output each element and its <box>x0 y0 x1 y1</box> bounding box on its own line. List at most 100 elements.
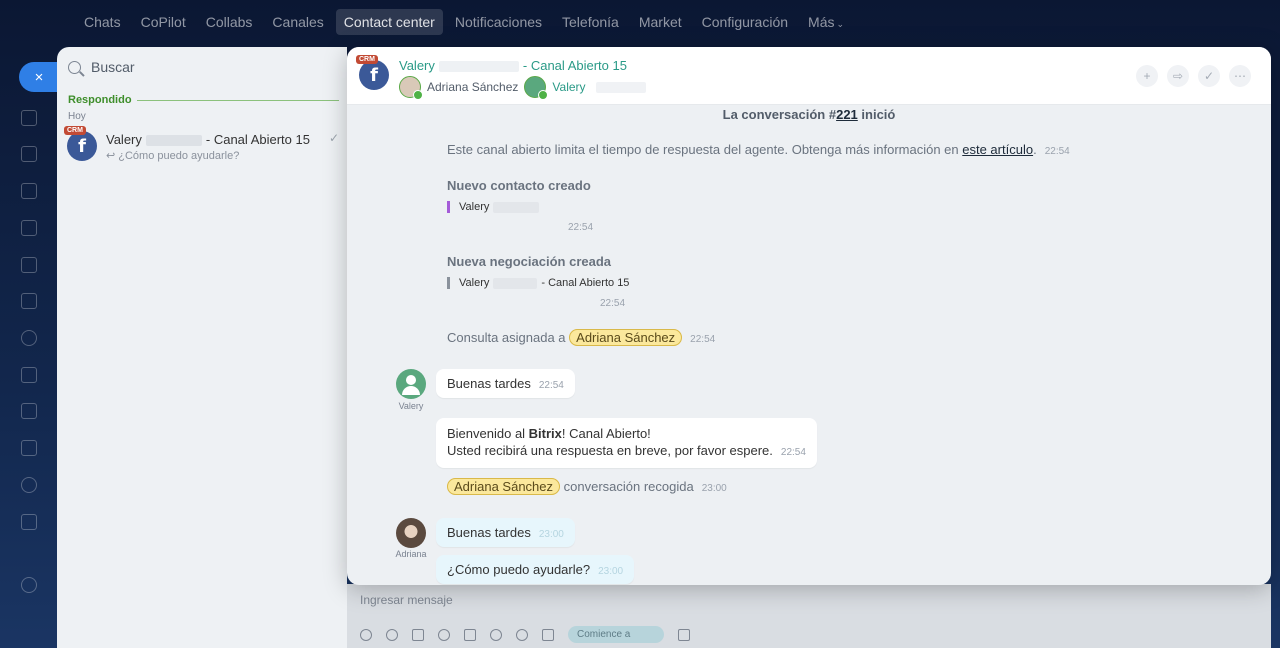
message-time: 22:54 <box>568 222 594 233</box>
avatar[interactable] <box>396 369 426 399</box>
conversation-number[interactable]: 221 <box>836 107 858 122</box>
sites-icon[interactable] <box>21 477 37 493</box>
chevron-down-icon: ⌄ <box>836 19 845 29</box>
message-time: 22:54 <box>690 334 716 345</box>
chat-item-channel: - Canal Abierto 15 <box>205 132 310 147</box>
participant-name[interactable]: Adriana Sánchez <box>427 80 518 94</box>
redacted-block <box>493 201 540 213</box>
list-icon[interactable] <box>464 628 476 641</box>
crm-icon[interactable] <box>21 403 37 419</box>
crm-badge: CRM <box>64 126 86 135</box>
nav-mas-label: Más <box>808 14 835 30</box>
user-icon[interactable] <box>386 628 398 641</box>
forward-icon[interactable]: ⇨ <box>1167 65 1189 87</box>
nav-configuracion[interactable]: Configuración <box>694 9 796 35</box>
tasks-icon[interactable] <box>21 367 37 383</box>
assigned-text: Consulta asignada a <box>447 330 566 345</box>
chat-item-last-message: ↩ ¿Cómo puedo ayudarle? <box>106 150 240 162</box>
section-title: Respondido <box>68 94 132 106</box>
drive-icon[interactable] <box>21 257 37 273</box>
message-line: Bienvenido al Bitrix! Canal Abierto! <box>447 425 806 442</box>
section-date: Hoy <box>68 111 86 122</box>
message-input-area: Ingresar mensaje Comience a <box>347 584 1271 648</box>
facebook-icon: f CRM <box>64 126 97 161</box>
chat-list-item[interactable]: f CRM Valery - Canal Abierto 15 ↩ ¿Cómo pu… <box>64 126 339 165</box>
feed-icon[interactable] <box>21 146 37 162</box>
redacted-block <box>145 135 202 147</box>
title-channel: - Canal Abierto 15 <box>522 58 627 73</box>
new-deal-quote[interactable]: Valery - Canal Abierto 15 <box>447 277 629 289</box>
user-mention[interactable]: Adriana Sánchez <box>447 478 561 495</box>
new-contact-title: Nuevo contacto creado <box>447 178 591 193</box>
avatar[interactable] <box>396 518 426 548</box>
new-contact-quote[interactable]: Valery <box>447 201 543 213</box>
avatar[interactable] <box>399 76 423 100</box>
search-bar[interactable]: Buscar <box>68 59 135 75</box>
message-time: 23:00 <box>701 483 727 494</box>
limit-period: . <box>1033 142 1037 157</box>
cart-icon[interactable] <box>21 514 37 530</box>
deal-channel: - Canal Abierto 15 <box>541 277 630 289</box>
settings-icon[interactable] <box>21 577 37 593</box>
booking-icon[interactable] <box>21 440 37 456</box>
nav-mas[interactable]: Más ⌄ <box>800 9 852 35</box>
nav-chats[interactable]: Chats <box>76 9 129 35</box>
more-icon[interactable]: ⋯ <box>1229 65 1251 87</box>
message-bubble: Buenas tardes 23:00 <box>436 518 575 547</box>
nav-market[interactable]: Market <box>631 9 690 35</box>
edit-icon[interactable] <box>412 628 424 641</box>
message-time: 22:54 <box>538 380 564 391</box>
add-icon[interactable]: + <box>1136 65 1158 87</box>
contacts-icon[interactable] <box>21 330 37 346</box>
close-icon[interactable]: × <box>19 62 59 92</box>
lightning-icon[interactable] <box>516 628 528 641</box>
nav-collabs[interactable]: Collabs <box>198 9 261 35</box>
message-input[interactable]: Ingresar mensaje <box>360 593 453 607</box>
document-icon[interactable] <box>21 220 37 236</box>
nav-contact-center[interactable]: Contact center <box>335 9 443 35</box>
participant-name[interactable]: Valery <box>552 80 585 94</box>
assigned-notice: Consulta asignada a Adriana Sánchez 22:54 <box>447 329 716 346</box>
search-input[interactable]: Buscar <box>91 59 135 75</box>
nav-canales[interactable]: Canales <box>264 9 331 35</box>
message-time: 22:54 <box>780 447 806 458</box>
chat-list-panel: Buscar Respondido Hoy f CRM Valery - Canal… <box>57 47 347 648</box>
message-time: 23:00 <box>598 566 624 577</box>
author-name: Valery <box>398 401 424 411</box>
nav-notificaciones[interactable]: Notificaciones <box>447 9 550 35</box>
calendar-icon[interactable] <box>21 183 37 199</box>
header-actions: + ⇨ ✓ ⋯ <box>1136 65 1251 87</box>
window-icon[interactable] <box>678 628 690 641</box>
conversation-start: La conversación #221 inició <box>347 107 1271 122</box>
search-icon <box>68 60 81 74</box>
network-icon <box>538 90 549 100</box>
user-mention[interactable]: Adriana Sánchez <box>569 329 683 346</box>
message-text: Buenas tardes <box>447 376 531 391</box>
chat-item-first-name: Valery <box>106 132 142 147</box>
section-divider <box>137 100 339 101</box>
article-link[interactable]: este artículo <box>962 142 1033 157</box>
crm-badge: CRM <box>356 55 378 64</box>
avatar[interactable] <box>524 76 549 100</box>
attach-icon[interactable] <box>360 628 372 641</box>
hidden-icon[interactable] <box>490 628 502 641</box>
message-bubble: Bienvenido al Bitrix! Canal Abierto! Ust… <box>436 418 817 468</box>
message-bubble: Buenas tardes 22:54 <box>436 369 575 398</box>
message-text: ¿Cómo puedo ayudarle? <box>447 562 591 577</box>
dialog-title[interactable]: Valery - Canal Abierto 15 <box>399 58 627 73</box>
start-button[interactable]: Comience a <box>568 626 664 643</box>
chat-bubbles-icon[interactable] <box>21 110 37 126</box>
redacted-block <box>493 277 538 289</box>
checkmark-icon: ✓ <box>328 131 339 145</box>
nav-telefonia[interactable]: Telefonía <box>554 9 627 35</box>
form-icon[interactable] <box>542 628 554 641</box>
redacted-block <box>595 81 646 93</box>
finish-icon[interactable]: ✓ <box>1198 65 1220 87</box>
title-first-name: Valery <box>399 58 435 73</box>
mail-icon[interactable] <box>21 293 37 309</box>
facebook-icon: f CRM <box>356 55 389 90</box>
emoji-icon[interactable] <box>438 628 450 641</box>
nav-copilot[interactable]: CoPilot <box>133 9 194 35</box>
author-name: Adriana <box>395 549 427 559</box>
message-time: 22:54 <box>600 298 626 309</box>
